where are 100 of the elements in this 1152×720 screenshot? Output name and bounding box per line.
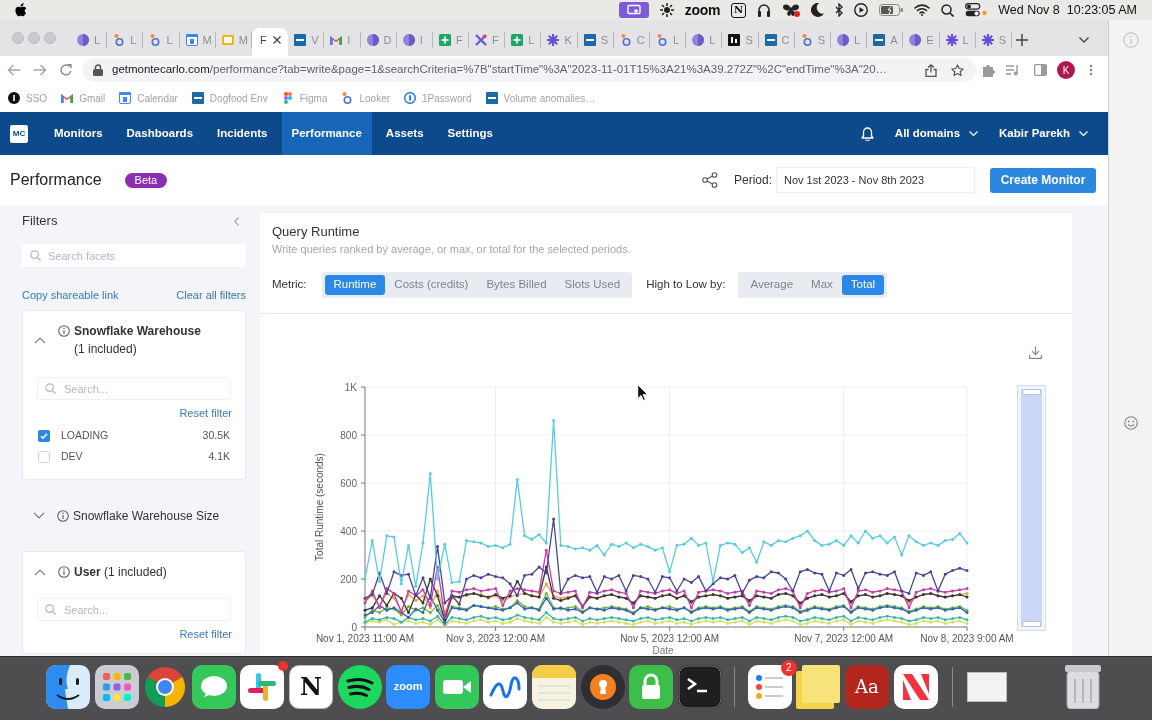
screen-share-icon[interactable] <box>618 2 649 18</box>
browser-tab[interactable]: E <box>903 28 940 56</box>
browser-tab[interactable]: I <box>396 28 433 56</box>
chevron-up-icon[interactable] <box>34 336 46 344</box>
browser-tab[interactable]: M <box>215 28 252 56</box>
close-icon[interactable] <box>272 36 281 44</box>
dots-icon[interactable] <box>281 92 294 104</box>
browser-tab[interactable]: L <box>71 28 108 56</box>
bookmark-link[interactable]: Gmail <box>79 90 106 106</box>
browser-tab[interactable]: L <box>939 28 976 56</box>
browser-tab[interactable]: M <box>179 28 216 56</box>
segment-tab[interactable]: Bytes Billed <box>477 275 556 295</box>
nav-tab[interactable]: Dashboards <box>116 112 204 155</box>
segment-tab[interactable]: Slots Used <box>555 275 630 295</box>
calendar-icon[interactable] <box>119 92 132 104</box>
segment-tab[interactable]: Runtime <box>324 275 386 295</box>
sticky-notes-icon[interactable] <box>796 664 841 709</box>
facet-title[interactable]: Snowflake Warehouse (1 included) <box>74 322 208 358</box>
bookmark-link[interactable]: 1Password <box>422 90 472 106</box>
browser-tab[interactable]: C <box>758 28 795 56</box>
reset-filter-link[interactable]: Reset filter <box>179 406 232 420</box>
plus-icon[interactable] <box>1015 34 1028 46</box>
padlock-icon[interactable] <box>629 664 674 709</box>
browser-tab[interactable]: I <box>324 28 361 56</box>
bookmark-link[interactable]: Dogfood Env <box>209 90 268 106</box>
browser-tab[interactable]: V <box>288 28 325 56</box>
diagonal-band-icon[interactable] <box>893 664 938 709</box>
app-tile[interactable]: Aa <box>844 664 889 709</box>
download-icon[interactable] <box>1029 346 1042 359</box>
browser-tab[interactable]: L <box>505 28 542 56</box>
toggle-icon[interactable] <box>965 3 988 17</box>
puzzle-piece-icon[interactable] <box>982 63 995 77</box>
bookmark-link[interactable]: Looker <box>359 90 391 106</box>
browser-tab[interactable]: A <box>867 28 904 56</box>
user-dropdown[interactable]: Kabir Parekh <box>999 124 1088 143</box>
segment-tab[interactable]: Costs (credits) <box>385 275 478 295</box>
chevron-down-icon[interactable] <box>1079 37 1089 43</box>
menu-bar-date[interactable]: Wed Nov 8 <box>998 0 1060 20</box>
bookmark-link[interactable]: Calendar <box>137 90 178 106</box>
tile-icon[interactable] <box>485 92 498 104</box>
reset-filter-link[interactable]: Reset filter <box>179 627 232 641</box>
create-monitor-button[interactable]: Create Monitor <box>990 167 1096 193</box>
share-icon[interactable] <box>925 63 937 77</box>
segmented-circle-icon[interactable] <box>143 664 188 709</box>
segment-tab[interactable]: Max <box>802 275 842 295</box>
browser-tab[interactable]: F <box>251 28 289 56</box>
facet-title[interactable]: User (1 included) <box>74 563 208 581</box>
segment-tab[interactable]: Average <box>741 275 803 295</box>
wifi-icon[interactable] <box>914 4 931 16</box>
info-icon[interactable] <box>58 566 70 578</box>
play-icon[interactable] <box>854 3 869 17</box>
menu-bar-label[interactable]: zoom <box>684 0 721 21</box>
nav-tab[interactable]: Assets <box>375 112 434 155</box>
chevron-up-icon[interactable] <box>34 568 46 576</box>
checkbox[interactable] <box>38 450 50 463</box>
keyhole-icon[interactable] <box>580 664 625 709</box>
notepad-icon[interactable] <box>531 664 576 709</box>
more-icon[interactable] <box>1089 64 1093 76</box>
share-icon[interactable] <box>701 172 718 188</box>
info-icon[interactable] <box>58 325 70 337</box>
hash-icon[interactable] <box>240 664 285 709</box>
app-logo[interactable]: MC <box>10 124 28 143</box>
browser-tab[interactable]: L <box>143 28 180 56</box>
checklist-icon[interactable] <box>747 664 792 709</box>
ring-icon[interactable] <box>341 92 354 104</box>
circle-icon[interactable] <box>8 92 20 104</box>
browser-tab[interactable]: S <box>722 28 759 56</box>
battery-icon[interactable] <box>879 4 904 16</box>
browser-tab[interactable]: L <box>686 28 723 56</box>
headphones-icon[interactable] <box>757 3 772 17</box>
browser-tab[interactable]: L <box>830 28 868 56</box>
mail-icon[interactable] <box>61 92 74 104</box>
browser-tab[interactable]: S <box>577 28 614 56</box>
browser-tab[interactable]: L <box>650 28 687 56</box>
reload-icon[interactable] <box>60 64 72 76</box>
video-camera-icon[interactable] <box>434 664 479 709</box>
app-tile[interactable]: zoom <box>386 664 431 709</box>
smile-tile-icon[interactable] <box>46 664 90 709</box>
tile-icon[interactable] <box>191 92 204 104</box>
browser-tab[interactable]: F <box>432 28 470 56</box>
sound-waves-icon[interactable] <box>337 664 382 709</box>
smiley-icon[interactable] <box>1123 416 1138 430</box>
butterfly-icon[interactable] <box>782 3 801 17</box>
date-range-field[interactable]: Nov 1st 2023 - Nov 8th 2023 <box>776 167 975 193</box>
star-icon[interactable] <box>951 63 964 77</box>
speech-bubble-icon[interactable] <box>191 664 236 709</box>
browser-tab[interactable]: L <box>107 28 144 56</box>
window-thumbnail[interactable] <box>966 671 1007 702</box>
clear-filters-link[interactable]: Clear all filters <box>176 286 246 304</box>
bookmark-link[interactable]: SSO <box>26 90 48 106</box>
nav-tab[interactable]: Incidents <box>207 112 278 155</box>
nav-tab[interactable]: Settings <box>437 112 503 155</box>
apple-icon[interactable] <box>14 2 27 18</box>
address-field[interactable]: getmontecarlo.com/performance?tab=write&page=1&searchCriteria=%7B"startTime"%3A"2023-11-01T15%3A21%3A39.272Z"%2C"endTime"%3A"20… <box>83 58 976 82</box>
terminal-icon[interactable] <box>677 664 722 709</box>
checkbox[interactable] <box>38 429 50 442</box>
letter-logo[interactable]: N <box>731 2 747 18</box>
app-grid-icon[interactable] <box>94 664 139 709</box>
search-field[interactable]: Search... <box>37 598 231 621</box>
bluetooth-icon[interactable] <box>835 3 844 17</box>
